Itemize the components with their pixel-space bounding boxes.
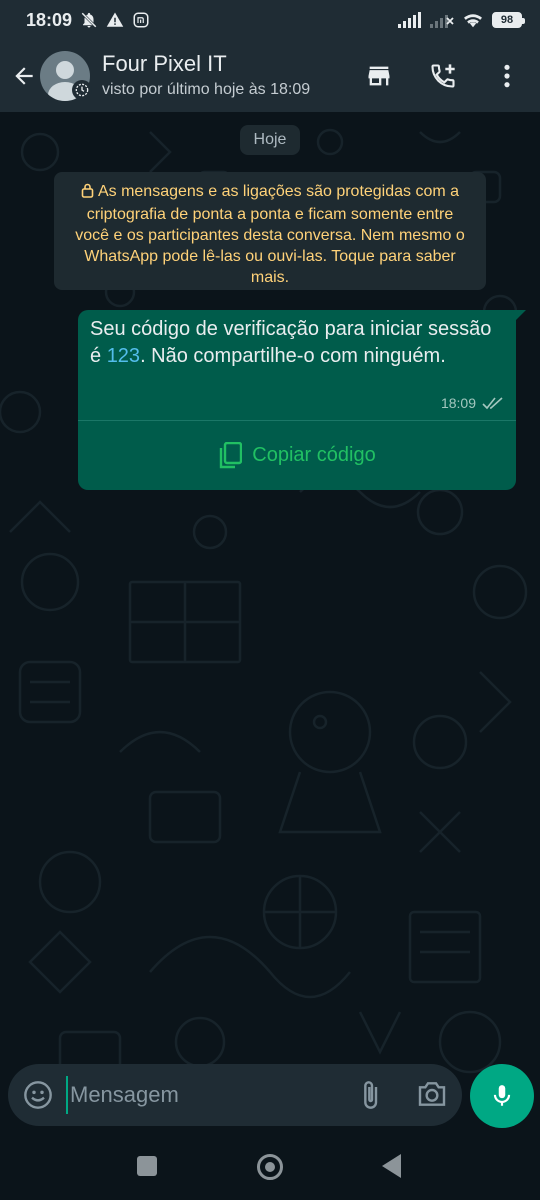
message-input[interactable] [66, 1076, 336, 1114]
camera-button[interactable] [416, 1079, 450, 1111]
encryption-notice-text: As mensagens e as ligações são protegida… [75, 183, 465, 286]
add-call-button[interactable] [426, 56, 460, 96]
bubble-tail [514, 310, 526, 322]
contact-info[interactable]: Four Pixel IT visto por último hoje às 1… [102, 51, 310, 101]
composer-pill [8, 1064, 462, 1126]
voice-message-button[interactable] [470, 1064, 534, 1128]
signal-off-icon [430, 12, 454, 28]
status-left: 18:09 [26, 10, 150, 31]
attach-icon [364, 1081, 378, 1109]
status-bar: 18:09 98 [0, 0, 540, 40]
message-meta: 18:09 [441, 395, 504, 411]
add-call-icon [431, 64, 455, 88]
encryption-notice[interactable]: As mensagens e as ligações são protegida… [54, 172, 486, 290]
message-text-after: . Não compartilhe-o com ninguém. [140, 345, 446, 367]
date-label: Hoje [253, 131, 287, 148]
contact-name: Four Pixel IT [102, 51, 227, 76]
back-arrow-icon [15, 67, 33, 85]
status-time: 18:09 [26, 9, 73, 30]
camera-icon [418, 1082, 446, 1106]
home-button[interactable] [257, 1154, 283, 1180]
whatsapp-chat-screen: 18:09 98 Four Pixel IT visto por último … [0, 0, 540, 1200]
chat-header: Four Pixel IT visto por último hoje às 1… [0, 40, 540, 112]
system-back-button[interactable] [382, 1154, 401, 1178]
wifi-icon [462, 11, 484, 29]
more-options-button[interactable] [490, 56, 524, 96]
header-actions [362, 56, 524, 96]
battery-level: 98 [500, 14, 514, 26]
notifications-off-icon [80, 11, 98, 29]
back-button[interactable] [10, 56, 38, 96]
copy-icon [220, 441, 243, 468]
chat-area[interactable]: Hoje As mensagens e as ligações são prot… [0, 112, 540, 1130]
recents-button[interactable] [137, 1156, 157, 1176]
mic-icon [493, 1085, 511, 1106]
date-chip: Hoje [240, 125, 300, 155]
emoji-icon [24, 1081, 52, 1109]
signal-icon [398, 12, 422, 28]
double-check-icon [482, 397, 503, 410]
business-store-button[interactable] [362, 56, 396, 96]
avatar-head [56, 61, 74, 79]
battery-icon: 98 [492, 12, 525, 28]
emoji-button[interactable] [22, 1079, 54, 1111]
copy-code-label: Copiar código [252, 444, 376, 466]
mi-icon [132, 11, 150, 29]
warning-icon [106, 11, 124, 29]
attach-button[interactable] [354, 1079, 386, 1111]
disappearing-timer-icon [72, 80, 92, 100]
message-text: Seu código de verificação para iniciar s… [90, 316, 500, 370]
outgoing-message[interactable]: Seu código de verificação para iniciar s… [78, 310, 526, 490]
composer [0, 1062, 540, 1132]
more-vert-icon [504, 64, 510, 88]
status-right: 98 [398, 11, 525, 29]
store-icon [368, 66, 390, 86]
contact-last-seen: visto por último hoje às 18:09 [102, 81, 311, 98]
lock-icon [81, 183, 94, 204]
copy-code-button[interactable]: Copiar código [78, 421, 516, 490]
verification-code[interactable]: 123 [107, 345, 140, 367]
system-nav-bar [0, 1132, 540, 1200]
message-time: 18:09 [440, 395, 476, 411]
